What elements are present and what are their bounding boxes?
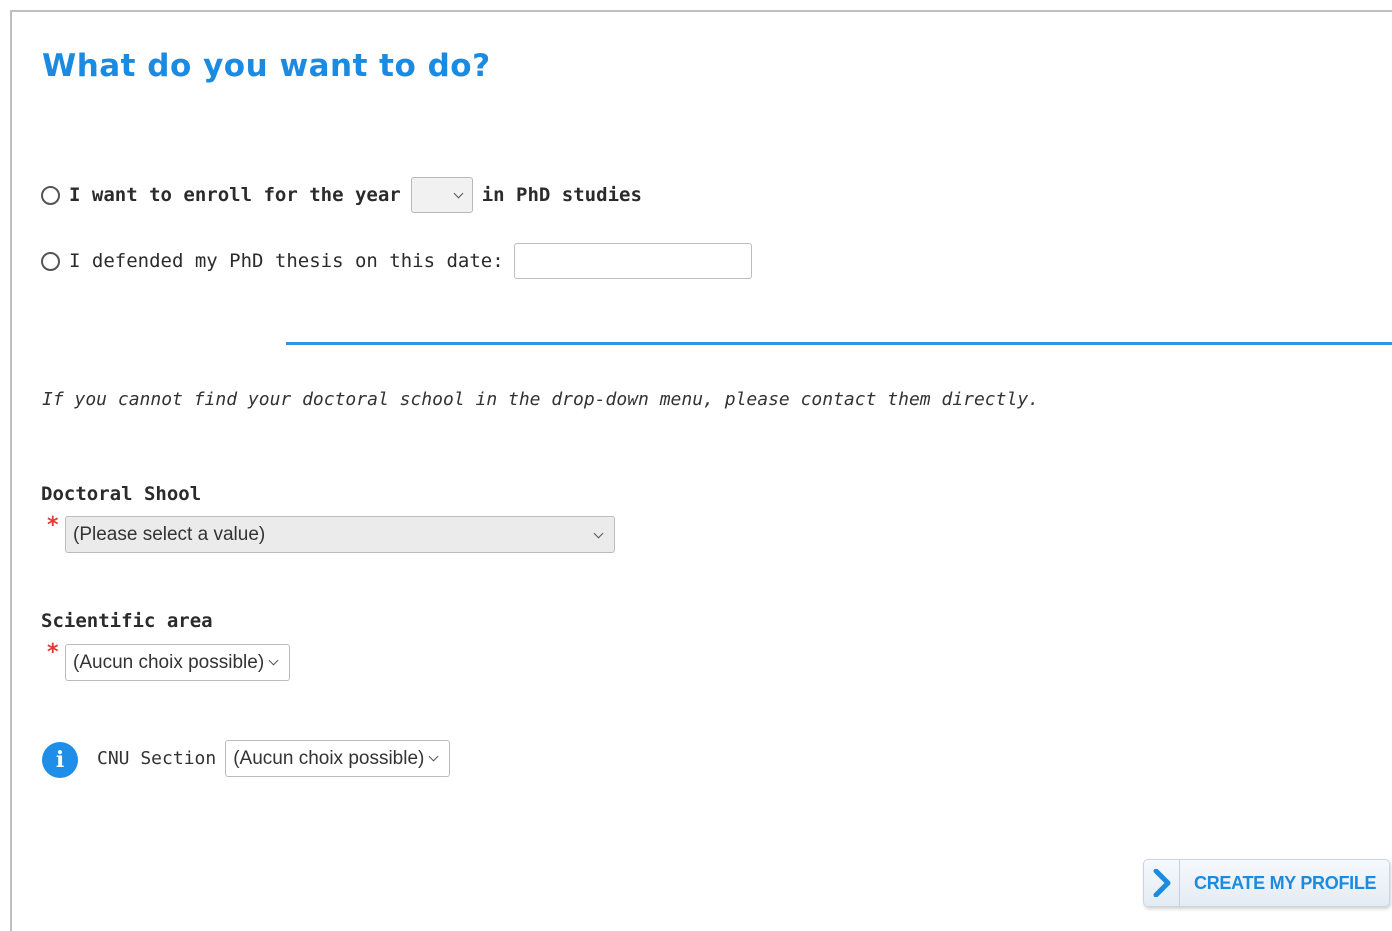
page-title: What do you want to do? xyxy=(42,48,491,84)
scientific-area-select[interactable]: (Aucun choix possible) xyxy=(65,644,290,681)
scientific-area-selected: (Aucun choix possible) xyxy=(73,651,265,673)
enroll-radio[interactable] xyxy=(41,185,60,205)
defended-text: I defended my PhD thesis on this date: xyxy=(69,250,504,272)
doctoral-school-select[interactable]: (Please select a value) xyxy=(65,516,615,553)
info-icon[interactable]: i xyxy=(42,741,78,778)
enroll-option-row: I want to enroll for the year in PhD stu… xyxy=(41,176,642,214)
enroll-text-after: in PhD studies xyxy=(481,184,642,206)
create-profile-label: CREATE MY PROFILE xyxy=(1194,872,1377,893)
enroll-text-before: I want to enroll for the year xyxy=(69,184,401,206)
cnu-section-label: CNU Section xyxy=(97,748,217,769)
required-marker: * xyxy=(47,640,59,665)
required-marker: * xyxy=(47,513,59,538)
doctoral-school-selected: (Please select a value) xyxy=(73,523,266,545)
chevron-down-icon xyxy=(593,528,604,539)
section-divider xyxy=(286,342,1392,345)
chevron-right-icon xyxy=(1144,860,1180,906)
cnu-section-select[interactable]: (Aucun choix possible) xyxy=(225,740,451,777)
help-note: If you cannot find your doctoral school … xyxy=(42,389,1039,410)
form-panel xyxy=(10,10,1392,931)
defended-option-row: I defended my PhD thesis on this date: xyxy=(41,242,752,280)
scientific-area-label: Scientific area xyxy=(41,610,213,632)
chevron-down-icon xyxy=(453,188,464,199)
year-select[interactable] xyxy=(410,177,473,213)
cnu-section-selected: (Aucun choix possible) xyxy=(233,747,425,769)
create-profile-button[interactable]: CREATE MY PROFILE xyxy=(1143,859,1390,907)
chevron-down-icon xyxy=(268,655,279,666)
info-glyph: i xyxy=(55,746,65,773)
cnu-section-row: i CNU Section (Aucun choix possible) xyxy=(42,740,451,778)
chevron-down-icon xyxy=(428,751,439,762)
defense-date-input[interactable] xyxy=(513,243,752,279)
doctoral-school-label: Doctoral Shool xyxy=(41,483,202,505)
defended-radio[interactable] xyxy=(41,251,60,271)
